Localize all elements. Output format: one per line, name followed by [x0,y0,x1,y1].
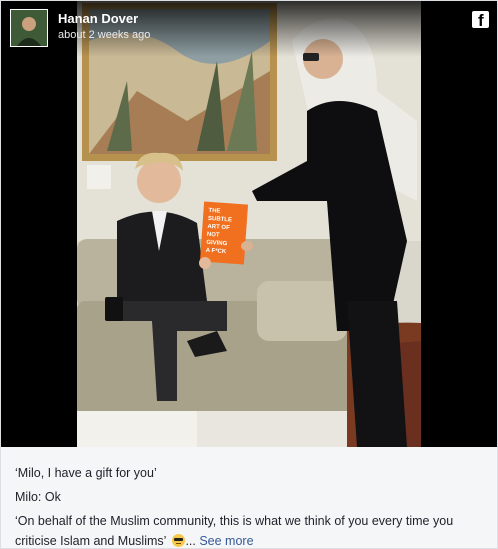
caption-line-3: ‘On behalf of the Muslim community, this… [15,511,485,548]
man-head [137,159,181,203]
post-photo-area[interactable]: THE SUBTLE ART OF NOT GIVING A F*CK Hana… [1,1,497,447]
caption-line-2: Milo: Ok [15,490,61,504]
caption-ellipsis: ... [185,534,196,548]
avatar[interactable] [10,9,48,47]
book-text-1: THE [208,208,220,215]
post-caption: ‘Milo, I have a gift for you’ Milo: Ok ‘… [15,463,485,548]
see-more-link[interactable]: See more [199,534,253,548]
avatar-image [11,10,47,46]
post-header: Hanan Dover about 2 weeks ago f [1,1,497,57]
facebook-post-embed: THE SUBTLE ART OF NOT GIVING A F*CK Hana… [0,0,498,549]
table [77,411,197,447]
sunglasses-emoji-icon [172,534,186,547]
caption-line-3-text: ‘On behalf of the Muslim community, this… [15,514,454,528]
book-text-4: NOT [207,232,220,239]
photo-illustration: THE SUBTLE ART OF NOT GIVING A F*CK [77,1,421,447]
post-timestamp[interactable]: about 2 weeks ago [58,29,150,41]
author-name[interactable]: Hanan Dover [58,11,138,26]
caption-line-4-text: criticise Islam and Muslims’ [15,534,166,548]
facebook-icon[interactable]: f [472,11,489,30]
post-photo[interactable]: THE SUBTLE ART OF NOT GIVING A F*CK [77,1,421,447]
caption-line-1: ‘Milo, I have a gift for you’ [15,466,157,480]
cushion [257,281,347,341]
